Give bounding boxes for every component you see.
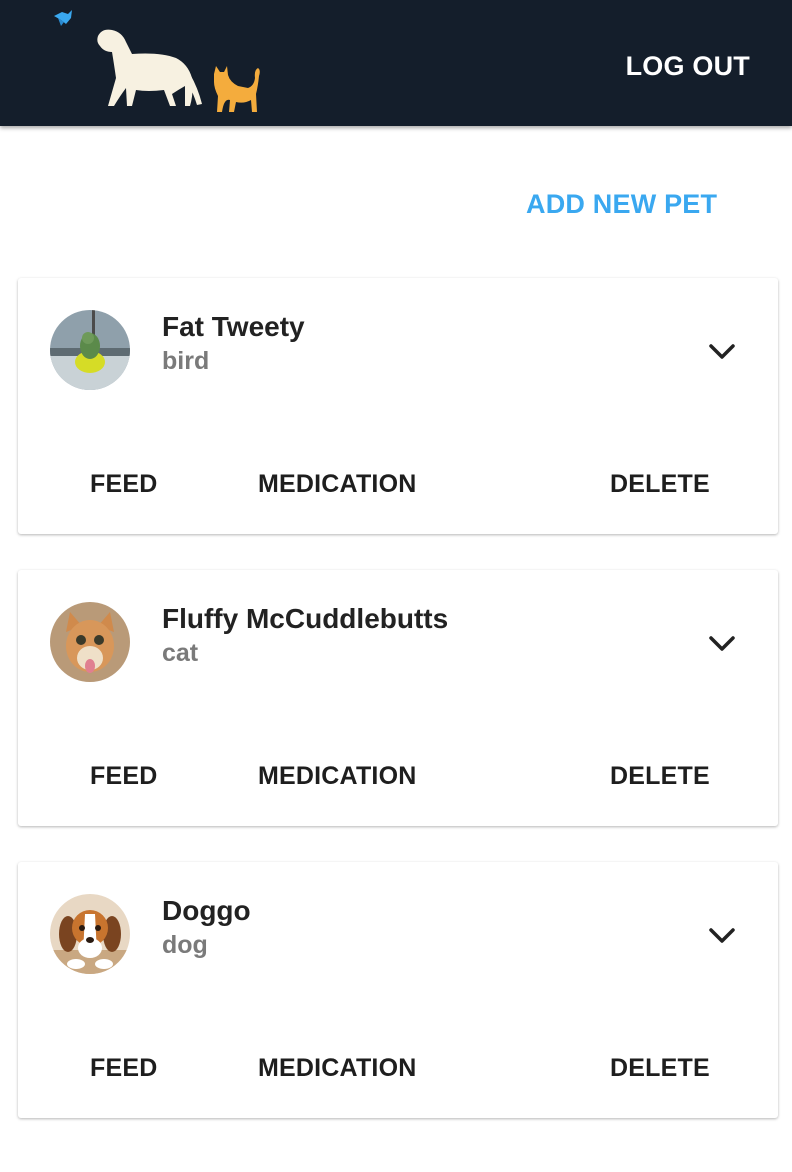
- add-new-pet-button[interactable]: ADD NEW PET: [526, 188, 717, 220]
- pet-avatar-cat[interactable]: [50, 602, 130, 682]
- pet-avatar-bird[interactable]: [50, 310, 130, 390]
- logout-button[interactable]: LOG OUT: [626, 50, 750, 82]
- medication-button[interactable]: MEDICATION: [258, 468, 416, 500]
- delete-button[interactable]: DELETE: [610, 760, 710, 792]
- pet-name: Fat Tweety: [162, 311, 305, 342]
- pet-avatar-dog[interactable]: [50, 894, 130, 974]
- app-header: LOG OUT: [0, 0, 792, 126]
- pet-card: Doggo dog FEED MEDICATION DELETE: [18, 862, 778, 1118]
- feed-button[interactable]: FEED: [90, 760, 157, 792]
- feed-button[interactable]: FEED: [90, 468, 157, 500]
- bird-icon: [54, 10, 72, 26]
- feed-button[interactable]: FEED: [90, 1052, 157, 1084]
- app-logo[interactable]: [52, 8, 264, 116]
- pet-name: Doggo: [162, 895, 251, 926]
- delete-button[interactable]: DELETE: [610, 468, 710, 500]
- pet-species: bird: [162, 347, 210, 375]
- pet-card: Fat Tweety bird FEED MEDICATION DELETE: [18, 278, 778, 534]
- pet-name: Fluffy McCuddlebutts: [162, 603, 449, 634]
- pet-species: cat: [162, 639, 199, 667]
- medication-button[interactable]: MEDICATION: [258, 1052, 416, 1084]
- chevron-down-icon[interactable]: [704, 922, 740, 950]
- delete-button[interactable]: DELETE: [610, 1052, 710, 1084]
- pet-list: Fat Tweety bird FEED MEDICATION DELETE F…: [18, 278, 778, 1154]
- cat-icon: [214, 66, 260, 112]
- chevron-down-icon[interactable]: [704, 630, 740, 658]
- pet-card: Fluffy McCuddlebutts cat FEED MEDICATION…: [18, 570, 778, 826]
- chevron-down-icon[interactable]: [704, 338, 740, 366]
- dog-icon: [97, 29, 202, 107]
- medication-button[interactable]: MEDICATION: [258, 760, 416, 792]
- pet-species: dog: [162, 931, 208, 959]
